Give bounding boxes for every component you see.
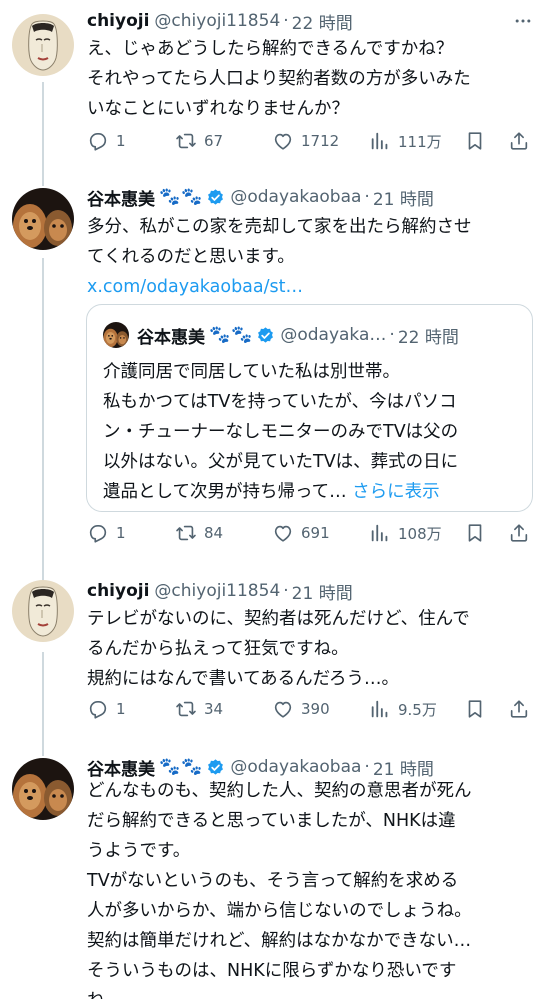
author-name[interactable]: chiyoji [87,11,149,31]
like-count: 390 [301,700,330,718]
reply-icon [87,522,109,544]
tweet-3[interactable]: chiyoji @chiyoji11854 · 21 時間 テレビがないのに、契… [0,566,545,742]
quoted-author-name[interactable]: 谷本惠美 [137,323,205,348]
share-icon [508,522,530,544]
quoted-timestamp[interactable]: 22 時間 [398,323,459,348]
bookmark-icon [464,698,486,720]
retweet-button[interactable]: 84 [175,518,223,548]
reply-button[interactable]: 1 [87,126,126,156]
show-more-link[interactable]: さらに表示 [352,482,440,502]
retweet-count: 34 [204,700,224,718]
verified-badge-icon [206,188,225,207]
tweet-text: テレビがないのに、契約者は死んだけど、住んで るんだから払えって狂気ですね。 規… [87,609,470,689]
reply-icon [87,130,109,152]
reply-count: 1 [116,524,126,542]
reply-button[interactable]: 1 [87,518,126,548]
share-icon [508,130,530,152]
separator-dot: · [283,581,289,601]
author-handle[interactable]: @chiyoji11854 [154,11,280,31]
like-count: 691 [301,524,330,542]
retweet-count: 67 [204,132,224,150]
author-handle[interactable]: @chiyoji11854 [154,581,280,601]
timestamp[interactable]: 21 時間 [373,185,434,210]
separator-dot: · [364,757,370,777]
share-icon [508,698,530,720]
tweet-text: どんなものも、契約した人、契約の意思者が死ん だら解約できると思っていましたが、… [87,781,472,999]
avatar-tanimoto[interactable] [12,188,74,250]
retweet-count: 84 [204,524,224,542]
views-button[interactable]: 108万 [369,518,442,548]
separator-dot: · [364,187,370,207]
separator-dot: · [389,325,395,345]
like-count: 1712 [301,132,340,150]
verified-badge-icon [256,326,275,345]
quoted-avatar[interactable] [103,322,129,348]
paw-emoji: 🐾🐾 [159,187,204,207]
quoted-tweet[interactable]: 谷本惠美 🐾🐾 @odayaka… · 22 時間 介護同居で同居していた私は別… [86,304,533,512]
author-name[interactable]: 谷本惠美 [87,185,155,210]
views-count: 9.5万 [398,700,437,719]
bookmark-button[interactable] [464,518,486,548]
author-handle[interactable]: @odayakaobaa [230,187,361,207]
paw-emoji: 🐾🐾 [159,757,204,777]
like-icon [272,698,294,720]
reply-count: 1 [116,700,126,718]
author-name[interactable]: chiyoji [87,581,149,601]
like-button[interactable]: 1712 [272,126,339,156]
tweet-text: 多分、私がこの家を売却して家を出たら解約させ てくれるのだと思います。 [87,217,472,267]
like-icon [272,130,294,152]
share-button[interactable] [508,518,530,548]
avatar-tanimoto[interactable] [12,758,74,820]
views-count: 111万 [398,132,442,151]
retweet-icon [175,522,197,544]
reply-count: 1 [116,132,126,150]
share-button[interactable] [508,694,530,724]
tweet-2[interactable]: 谷本惠美 🐾🐾 @odayakaobaa · 21 時間 多分、私がこの家を売却… [0,170,545,566]
action-bar: 1 34 390 9.5万 [87,694,537,724]
views-button[interactable]: 9.5万 [369,694,437,724]
author-handle[interactable]: @odayakaobaa [230,757,361,777]
quoted-text: 介護同居で同居していた私は別世帯。 私もかつてはTVを持っていたが、今はパソコ … [103,362,459,502]
action-bar: 1 84 691 108万 [87,518,537,548]
reply-icon [87,698,109,720]
tweet-link[interactable]: x.com/odayakaobaa/st… [87,272,303,302]
views-button[interactable]: 111万 [369,126,442,156]
retweet-icon [175,130,197,152]
avatar-chiyoji[interactable] [12,14,74,76]
timestamp[interactable]: 22 時間 [292,9,353,34]
retweet-icon [175,698,197,720]
views-icon [369,698,391,720]
paw-emoji: 🐾🐾 [209,325,254,345]
views-icon [369,522,391,544]
share-button[interactable] [508,126,530,156]
tweet-1[interactable]: chiyoji @chiyoji11854 · 22 時間 え、じゃあどうしたら… [0,0,545,170]
like-icon [272,522,294,544]
views-count: 108万 [398,524,442,543]
bookmark-button[interactable] [464,126,486,156]
tweet-4[interactable]: 谷本惠美 🐾🐾 @odayakaobaa · 21 時間 どんなものも、契約した… [0,742,545,999]
quoted-author-handle[interactable]: @odayaka… [280,325,386,345]
like-button[interactable]: 691 [272,518,330,548]
like-button[interactable]: 390 [272,694,330,724]
separator-dot: · [283,11,289,31]
verified-badge-icon [206,758,225,777]
retweet-button[interactable]: 67 [175,126,223,156]
tweet-text: え、じゃあどうしたら解約できるんですかね？ それやってたら人口より契約者数の方が… [87,39,471,119]
timestamp[interactable]: 21 時間 [292,579,353,604]
bookmark-icon [464,130,486,152]
bookmark-icon [464,522,486,544]
reply-button[interactable]: 1 [87,694,126,724]
views-icon [369,130,391,152]
avatar-chiyoji[interactable] [12,580,74,642]
retweet-button[interactable]: 34 [175,694,223,724]
bookmark-button[interactable] [464,694,486,724]
action-bar: 1 67 1712 111万 [87,126,537,156]
more-icon[interactable] [508,8,538,34]
